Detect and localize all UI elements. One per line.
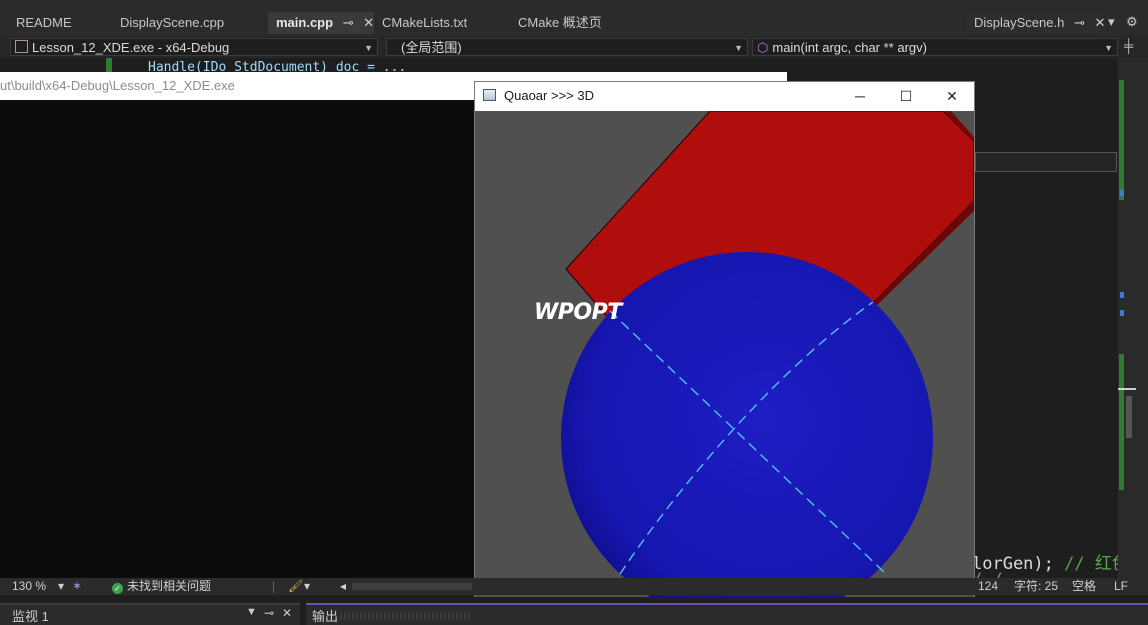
tab-displayscene-cpp[interactable]: DisplayScene.cpp <box>112 12 268 34</box>
3d-viewport[interactable]: WPOPT <box>475 111 974 610</box>
minimize-button[interactable]: ─ <box>837 82 883 111</box>
function-label: main(int argc, char ** argv) <box>772 40 927 55</box>
close-icon[interactable]: ✕ <box>363 15 374 30</box>
tab-displayscene-h[interactable]: DisplayScene.h ⊸ ✕ <box>966 12 1105 34</box>
chevron-down-icon: ▼ <box>364 43 373 53</box>
project-label: Lesson_12_XDE.exe - x64-Debug <box>32 40 230 55</box>
chevron-down-icon: ▼ <box>734 43 743 53</box>
tab-main-cpp[interactable]: main.cpp ⊸ ✕ <box>268 12 374 34</box>
viewport-label: WPOPT <box>534 300 622 325</box>
window-title: Quaoar >>> 3D <box>504 88 594 103</box>
tab-label: CMakeLists.txt <box>382 15 468 30</box>
chevron-down-icon: ▼ <box>1104 43 1113 53</box>
char-position[interactable]: 字符: 25 <box>1014 578 1058 595</box>
gear-icon[interactable]: ⚙ <box>1126 14 1138 30</box>
tab-cmake-overview[interactable]: CMake 概述页 <box>510 12 642 34</box>
change-marker <box>1119 80 1124 200</box>
chevron-down-icon[interactable]: ▾ <box>304 578 310 595</box>
panel-grip <box>340 612 470 620</box>
close-button[interactable]: ✕ <box>929 82 975 111</box>
divider: | <box>272 579 276 593</box>
status-bar: 130 % ▾ ✶ ✓ 未找到相关问题 | 🖌 ▾ ◂ 124 字符: 25 空格… <box>0 578 1148 595</box>
change-marker <box>1119 354 1124 490</box>
bookmark-marker <box>1120 292 1124 298</box>
document-tab-strip: README DisplayScene.cpp main.cpp ⊸ ✕ CMa… <box>0 0 1148 36</box>
viewer-titlebar[interactable]: Quaoar >>> 3D ─ ☐ ✕ <box>475 82 974 111</box>
project-icon <box>15 40 28 53</box>
horizontal-scrollbar[interactable] <box>352 583 472 590</box>
chevron-down-icon[interactable]: ▾ <box>58 578 64 595</box>
line-ending[interactable]: LF <box>1114 578 1128 595</box>
panel-title: 监视 1 <box>12 609 49 624</box>
close-icon[interactable]: ✕ <box>282 606 292 620</box>
scene-canvas <box>561 111 974 610</box>
scope-dropdown[interactable]: (全局范围) ▼ <box>386 38 748 56</box>
console-title: ut\build\x64-Debug\Lesson_12_XDE.exe <box>0 78 235 93</box>
panel-title: 输出 <box>312 609 339 624</box>
bookmark-marker <box>1120 190 1124 196</box>
tab-label: CMake 概述页 <box>518 15 602 30</box>
viewer-window[interactable]: Quaoar >>> 3D ─ ☐ ✕ WPOPT <box>474 81 975 611</box>
watch-panel-tab[interactable]: 监视 1 ▼ ⊸ ✕ <box>0 603 300 625</box>
tab-label: README <box>16 15 72 30</box>
brush-icon[interactable]: 🖌 <box>288 578 303 595</box>
bookmark-marker <box>1120 310 1124 316</box>
split-icon[interactable]: ╪ <box>1124 38 1133 53</box>
scroll-thumb[interactable] <box>1118 388 1136 390</box>
check-icon: ✓ <box>112 583 123 594</box>
navigation-bar: Lesson_12_XDE.exe - x64-Debug ▼ (全局范围) ▼… <box>0 36 1148 58</box>
issues-indicator[interactable]: ✓ 未找到相关问题 <box>112 578 211 595</box>
issues-label: 未找到相关问题 <box>127 579 212 593</box>
tab-cmakelists[interactable]: CMakeLists.txt <box>374 12 510 34</box>
pin-icon[interactable]: ⊸ <box>1074 15 1085 30</box>
scope-label: (全局范围) <box>401 40 462 55</box>
tab-label: DisplayScene.h <box>974 15 1065 30</box>
tab-label: main.cpp <box>276 15 334 30</box>
zoom-level[interactable]: 130 % <box>12 578 46 595</box>
close-icon[interactable]: ✕ <box>1094 15 1105 30</box>
pin-icon[interactable]: ⊸ <box>343 15 354 30</box>
editor-scrollbar[interactable] <box>1118 58 1148 578</box>
chevron-down-icon[interactable]: ▼ <box>246 606 257 618</box>
scroll-left-icon[interactable]: ◂ <box>340 578 346 595</box>
tab-list-dropdown-icon[interactable]: ▾ <box>1108 14 1115 30</box>
scroll-region <box>1126 396 1132 438</box>
app-icon <box>483 89 496 101</box>
cube-icon: ⬡ <box>757 40 769 55</box>
editor-inline-box <box>975 152 1117 172</box>
indent-mode[interactable]: 空格 <box>1072 578 1096 595</box>
tab-label: DisplayScene.cpp <box>120 15 225 30</box>
function-dropdown[interactable]: ⬡ main(int argc, char ** argv) ▼ <box>752 38 1118 56</box>
pin-icon[interactable]: ⊸ <box>264 606 274 620</box>
change-marker <box>106 58 112 72</box>
maximize-button[interactable]: ☐ <box>883 82 929 111</box>
tab-readme[interactable]: README <box>8 12 112 34</box>
project-dropdown[interactable]: Lesson_12_XDE.exe - x64-Debug ▼ <box>10 38 378 56</box>
line-number[interactable]: 124 <box>978 578 998 595</box>
copilot-icon[interactable]: ✶ <box>72 578 82 595</box>
